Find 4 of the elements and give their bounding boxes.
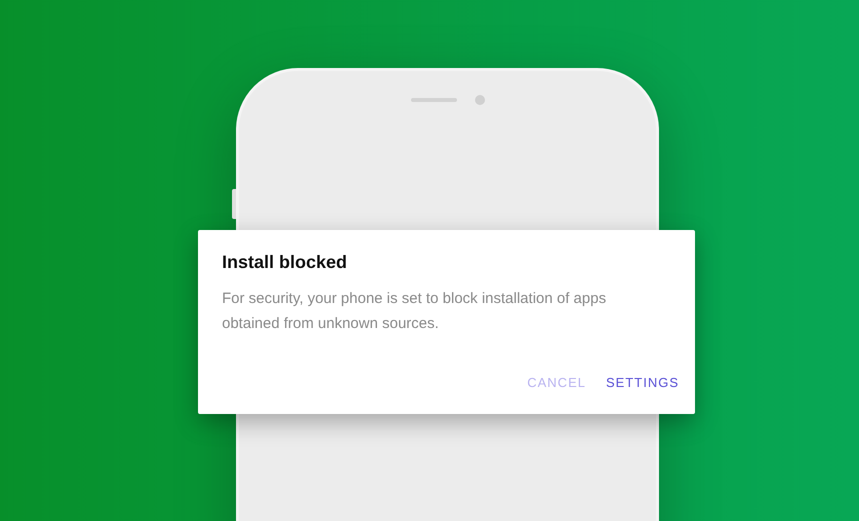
dialog-title: Install blocked bbox=[222, 252, 348, 273]
settings-button[interactable]: SETTINGS bbox=[594, 371, 679, 394]
phone-camera bbox=[474, 95, 484, 105]
dialog-message: For security, your phone is set to block installation of apps obtained from unknown sources. bbox=[222, 289, 608, 334]
